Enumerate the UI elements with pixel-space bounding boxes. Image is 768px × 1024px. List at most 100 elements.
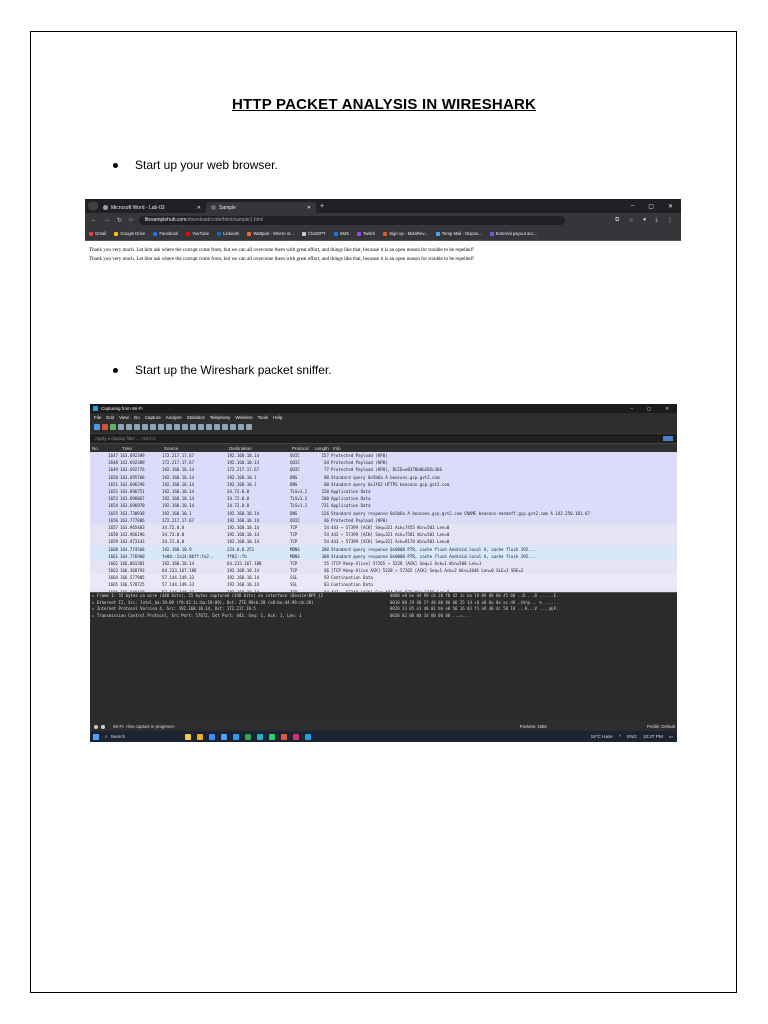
- packet-row[interactable]: 1656 163.777886 172.217.17.67 192.168.10.14…: [90, 517, 677, 524]
- minimize-icon[interactable]: –: [631, 203, 634, 210]
- close-window-icon[interactable]: ✕: [668, 203, 673, 210]
- minimize-icon[interactable]: –: [630, 406, 633, 412]
- close-tab-icon[interactable]: ✕: [307, 205, 311, 211]
- new-tab-icon[interactable]: +: [320, 203, 324, 210]
- widgets-icon[interactable]: [185, 733, 191, 740]
- wireshark-taskbar-icon[interactable]: [305, 733, 311, 740]
- tab-sample[interactable]: Sample ✕: [206, 202, 316, 213]
- mail-icon[interactable]: [221, 733, 227, 740]
- bookmark-facebook[interactable]: Facebook: [153, 231, 178, 236]
- bookmark-payout[interactable]: External payout acc...: [489, 231, 537, 236]
- file-explorer-icon[interactable]: [197, 733, 203, 740]
- bookmark-drive[interactable]: Google Drive: [114, 231, 145, 236]
- packet-row[interactable]: 1652 163.696751 192.168.10.14 34.72.0.0 TLSv…: [90, 488, 677, 495]
- bookmark-linkedin[interactable]: LinkedIn: [217, 231, 239, 236]
- hex-line[interactable]: 0030 02 00 0d 3d 00 00 00 ...=...: [390, 613, 677, 620]
- packet-row[interactable]: 1665 166.578725 57.144.149.33 192.168.10.14…: [90, 581, 677, 589]
- col-info[interactable]: Info: [333, 446, 677, 451]
- options-icon[interactable]: [118, 424, 124, 430]
- star-icon[interactable]: ☆: [628, 217, 633, 224]
- first-icon[interactable]: [190, 424, 196, 430]
- windows-start-icon[interactable]: [93, 733, 99, 740]
- zoom-in-icon[interactable]: [222, 424, 228, 430]
- taskbar-search[interactable]: ⌕ Search: [105, 734, 175, 739]
- packet-row[interactable]: 1647 163.692389 172.217.17.67 192.168.10.14…: [90, 452, 677, 459]
- menu-file[interactable]: File: [94, 415, 101, 420]
- whatsapp-icon[interactable]: [269, 733, 275, 740]
- chrome-icon[interactable]: [245, 733, 251, 740]
- packet-row[interactable]: 1662 166.001381 192.168.10.14 64.233.167.18…: [90, 559, 677, 567]
- menu-icon[interactable]: ⋮: [667, 217, 673, 224]
- close-tab-icon[interactable]: ✕: [197, 205, 201, 211]
- menu-statistics[interactable]: Statistics: [187, 415, 205, 420]
- packet-row[interactable]: 1661 164.776960 fe80::2a14:86ff:fe2.. ff02:…: [90, 552, 677, 560]
- close-window-icon[interactable]: ✕: [665, 406, 669, 412]
- menu-help[interactable]: Help: [273, 415, 282, 420]
- menu-view[interactable]: View: [119, 415, 129, 420]
- store-icon[interactable]: [209, 733, 215, 740]
- packet-row[interactable]: 1658 163.966196 34.72.0.0 192.168.10.14 TCP 5…: [90, 531, 677, 539]
- shark-fin-icon[interactable]: [94, 424, 100, 430]
- menu-telephony[interactable]: Telephony: [210, 415, 231, 420]
- back-icon[interactable]: [166, 424, 172, 430]
- chevron-up-icon[interactable]: ^: [619, 734, 621, 739]
- menu-wireless[interactable]: Wireless: [235, 415, 252, 420]
- reload-icon[interactable]: [150, 424, 156, 430]
- col-no[interactable]: No.: [90, 446, 122, 451]
- packet-row[interactable]: 1650 163.695768 192.168.10.14 192.168.10.1 D…: [90, 474, 677, 481]
- bookmark-sms[interactable]: SMS: [333, 231, 349, 236]
- bookmark-signup[interactable]: Sign up - MobiRev...: [383, 231, 428, 236]
- tab-word[interactable]: Microsoft Word - Lab-03 ✕: [98, 202, 206, 213]
- reload-icon[interactable]: ↻: [117, 217, 122, 224]
- last-icon[interactable]: [198, 424, 204, 430]
- clock-label[interactable]: 10:27 PM: [643, 734, 663, 739]
- restart-icon[interactable]: [110, 424, 116, 430]
- bookmark-twitch[interactable]: Twitch: [357, 231, 375, 236]
- language-label[interactable]: ENG: [627, 734, 637, 739]
- jump-icon[interactable]: [182, 424, 188, 430]
- notification-icon[interactable]: ▭: [669, 734, 673, 740]
- menu-tools[interactable]: Tools: [258, 415, 269, 420]
- app-icon[interactable]: [281, 733, 287, 740]
- forward-icon[interactable]: [174, 424, 180, 430]
- colorize-icon[interactable]: [214, 424, 220, 430]
- bookmark-chatgpt[interactable]: ChatGPT: [301, 231, 326, 236]
- display-filter-input[interactable]: Apply a display filter ... <Ctrl-/>: [90, 434, 677, 444]
- close-file-icon[interactable]: [142, 424, 148, 430]
- profile-label[interactable]: Profile: Default: [647, 724, 677, 729]
- resize-columns-icon[interactable]: [246, 424, 252, 430]
- menu-go[interactable]: Go: [134, 415, 140, 420]
- col-source[interactable]: Source: [164, 446, 229, 451]
- url-field[interactable]: filesamplehub.com/download/code/html/sam…: [138, 215, 565, 225]
- bookmark-tempmail[interactable]: Temp Mail - Dispos...: [435, 231, 482, 236]
- packet-row[interactable]: 1663 166.368793 64.233.167.188 192.168.10.1…: [90, 567, 677, 575]
- comment-icon[interactable]: [101, 724, 105, 729]
- save-icon[interactable]: [134, 424, 140, 430]
- packet-row[interactable]: 1653 163.696867 192.168.10.14 34.72.0.0 TLSv…: [90, 495, 677, 502]
- zoom-reset-icon[interactable]: [238, 424, 244, 430]
- packet-row[interactable]: 1659 163.973143 34.72.0.0 192.168.10.14 TCP 5…: [90, 538, 677, 546]
- extension-icon[interactable]: ●: [643, 217, 647, 224]
- maximize-icon[interactable]: ▢: [648, 203, 654, 210]
- col-length[interactable]: Length: [315, 446, 333, 451]
- packet-row[interactable]: 1660 164.774568 192.168.10.9 224.0.0.251 MDN…: [90, 545, 677, 553]
- filter-apply-icon[interactable]: [663, 436, 673, 441]
- translate-icon[interactable]: ⧉: [615, 217, 619, 224]
- detail-line[interactable]: ▸ Transmission Control Protocol, Src Por…: [90, 613, 405, 620]
- zoom-out-icon[interactable]: [230, 424, 236, 430]
- download-icon[interactable]: ⤓: [655, 217, 658, 224]
- bookmark-gmail[interactable]: Gmail: [89, 231, 106, 236]
- col-destination[interactable]: Destination: [229, 446, 292, 451]
- forward-icon[interactable]: →: [104, 217, 110, 224]
- packet-row[interactable]: 1651 163.696296 192.168.10.14 192.168.10.1 D…: [90, 481, 677, 488]
- back-icon[interactable]: ←: [91, 217, 97, 224]
- packet-row[interactable]: 1648 163.692389 172.217.17.67 192.168.10.14…: [90, 459, 677, 466]
- search-icon[interactable]: [158, 424, 164, 430]
- col-protocol[interactable]: Protocol: [292, 446, 315, 451]
- edge-icon[interactable]: [257, 733, 263, 740]
- bookmark-wattpad[interactable]: Wattpad - Where st...: [247, 231, 294, 236]
- weather-label[interactable]: 19°C Haze: [591, 734, 613, 739]
- menu-capture[interactable]: Capture: [145, 415, 161, 420]
- open-icon[interactable]: [126, 424, 132, 430]
- tab-search-icon[interactable]: [88, 202, 98, 210]
